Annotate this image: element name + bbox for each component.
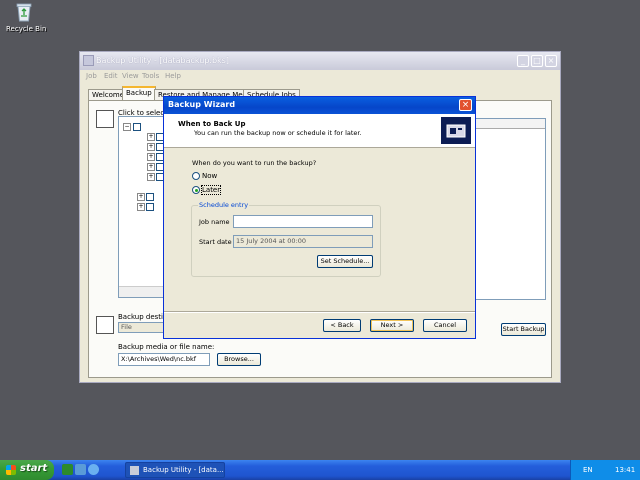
schedule-entry-group: Schedule entry Job name Start date 15 Ju… [191,201,381,277]
schedule-entry-legend: Schedule entry [198,201,250,209]
dialog-separator [164,311,475,313]
tree-expander[interactable]: − [123,123,131,131]
start-button[interactable]: start [0,460,54,480]
set-schedule-button[interactable]: Set Schedule... [317,255,373,268]
radio-later-label[interactable]: Later [200,185,222,195]
backup-tree-icon [96,110,114,128]
cancel-button[interactable]: Cancel [423,319,467,332]
browse-button[interactable]: Browse... [217,353,261,366]
radio-now[interactable] [192,172,200,180]
wizard-step-subtitle: You can run the backup now or schedule i… [194,129,362,137]
menu-bar: Job Edit View Tools Help [80,70,560,82]
system-tray: EN 13:41 [570,460,640,480]
maximize-button[interactable]: □ [531,55,543,67]
recycle-bin-icon [15,2,33,22]
start-label: start [20,463,48,474]
menu-view[interactable]: View [122,72,139,80]
media-label: Backup media or file name: [118,343,215,351]
media-player-icon[interactable] [75,464,86,475]
next-button[interactable]: Next > [370,319,414,332]
wizard-header: When to Back Up You can run the backup n… [164,114,475,148]
start-date-field: 15 July 2004 at 00:00 [233,235,373,248]
when-question: When do you want to run the backup? [192,159,317,167]
tree-checkbox[interactable] [146,203,154,211]
recycle-bin-desktop-icon[interactable]: Recycle Bin [6,2,47,33]
window-title: Backup Utility - [databackup.bks] [96,56,229,65]
menu-job[interactable]: Job [86,72,97,80]
job-name-label: Job name [199,218,230,226]
radio-later[interactable] [192,186,200,194]
start-backup-button[interactable]: Start Backup [501,323,546,336]
backup-wizard-dialog: Backup Wizard × When to Back Up You can … [163,96,476,339]
menu-edit[interactable]: Edit [104,72,118,80]
backup-app-icon [83,55,94,66]
back-button[interactable]: < Back [323,319,361,332]
menu-help[interactable]: Help [165,72,181,80]
backup-app-icon [130,466,139,475]
menu-tools[interactable]: Tools [142,72,159,80]
minimize-button[interactable]: _ [517,55,529,67]
media-filename-input[interactable]: X:\Archives\Wed\nc.bkf [118,353,210,366]
tree-expander[interactable]: + [147,163,155,171]
show-desktop-icon[interactable] [62,464,73,475]
tree-expander[interactable]: + [147,153,155,161]
dialog-title: Backup Wizard [168,100,236,109]
start-date-label: Start date [199,238,232,246]
window-title-bar[interactable]: Backup Utility - [databackup.bks] _ □ × [80,52,560,70]
dialog-title-bar[interactable]: Backup Wizard × [164,97,475,114]
tree-expander[interactable]: + [147,173,155,181]
dialog-close-button[interactable]: × [459,99,472,111]
radio-now-label[interactable]: Now [202,172,217,180]
window-close-button[interactable]: × [545,55,557,67]
language-indicator[interactable]: EN [583,466,593,474]
clock[interactable]: 13:41 [615,466,635,474]
recycle-bin-label: Recycle Bin [6,25,47,33]
tree-expander[interactable]: + [137,203,145,211]
tree-expander[interactable]: + [147,143,155,151]
tree-expander[interactable]: + [147,133,155,141]
tree-expander[interactable]: + [137,193,145,201]
wizard-step-title: When to Back Up [178,120,246,128]
destination-icon [96,316,114,334]
wizard-backup-icon [441,117,471,144]
windows-logo-icon [6,465,16,475]
internet-explorer-icon[interactable] [88,464,99,475]
tree-checkbox[interactable] [133,123,141,131]
taskbar-backup-utility-button[interactable]: Backup Utility - [data... [125,462,225,478]
taskbar-button-label: Backup Utility - [data... [143,466,224,474]
tree-checkbox[interactable] [146,193,154,201]
job-name-input[interactable] [233,215,373,228]
